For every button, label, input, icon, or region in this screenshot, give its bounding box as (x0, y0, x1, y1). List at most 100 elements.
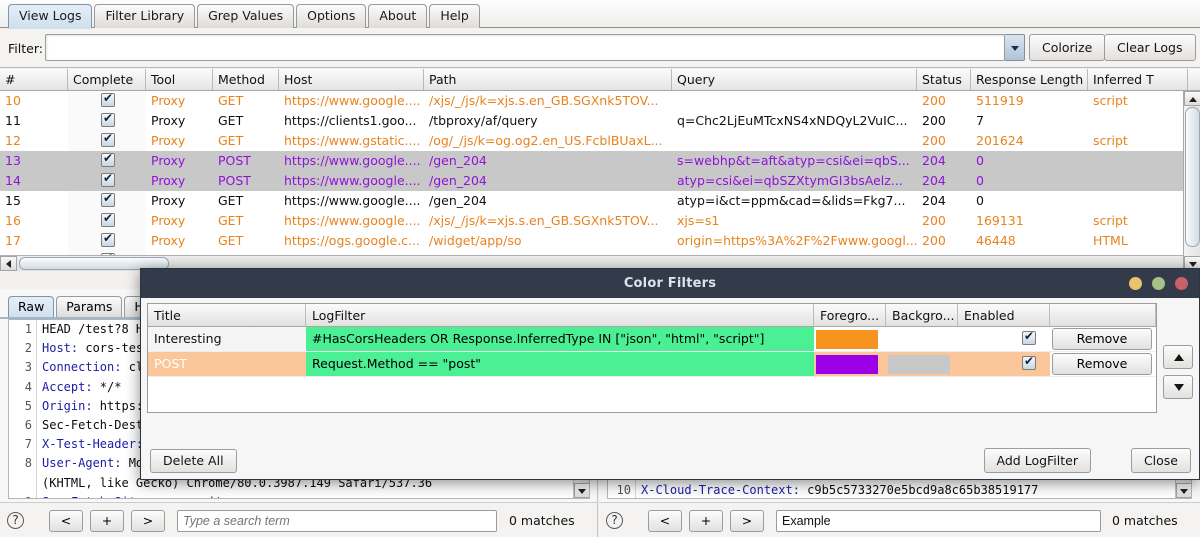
tab-view-logs[interactable]: View Logs (8, 4, 93, 28)
checkbox-checked-icon[interactable] (101, 91, 115, 107)
enabled-cell[interactable] (958, 327, 1050, 351)
checkbox-checked-icon[interactable] (101, 211, 115, 227)
grid-column-header-logfilter[interactable]: LogFilter (306, 304, 814, 326)
delete-all-button[interactable]: Delete All (150, 449, 237, 473)
triangle-down-icon (1180, 489, 1188, 494)
checkbox-checked-icon[interactable] (101, 171, 115, 187)
dialog-titlebar[interactable]: Color Filters (141, 269, 1199, 298)
table-row[interactable]: 11 Proxy GET https://clients1.goo... /tbprox… (0, 111, 1200, 131)
request-tab-raw[interactable]: Raw (8, 296, 55, 318)
column-header-query[interactable]: Query (672, 69, 917, 90)
scrollbar-thumb[interactable] (1185, 107, 1200, 247)
scroll-up-button[interactable] (1184, 91, 1200, 106)
column-header-inferred-t[interactable]: Inferred T (1088, 69, 1188, 90)
color-filter-row[interactable]: Interesting #HasCorsHeaders OR Response.I… (148, 327, 1156, 352)
filter-expression-cell[interactable]: #HasCorsHeaders OR Response.InferredType… (306, 327, 814, 351)
grid-column-header-backgro[interactable]: Backgro... (886, 304, 958, 326)
column-header-tool[interactable]: Tool (146, 69, 213, 90)
grid-column-header-enabled[interactable]: Enabled (958, 304, 1050, 326)
enabled-cell[interactable] (958, 352, 1050, 376)
column-header-status[interactable]: Status (917, 69, 971, 90)
complete-checkbox[interactable] (68, 151, 146, 171)
checkbox-checked-icon[interactable] (101, 151, 115, 167)
remove-button[interactable]: Remove (1052, 353, 1152, 375)
complete-checkbox[interactable] (68, 211, 146, 231)
move-down-button[interactable] (1163, 375, 1193, 399)
table-row[interactable]: 16 Proxy GET https://www.google.... /xjs/_/j… (0, 211, 1200, 231)
log-table-vertical-scrollbar[interactable] (1183, 91, 1200, 271)
background-color-swatch[interactable] (888, 355, 950, 374)
request-scroll-down-button[interactable] (574, 483, 589, 498)
close-button[interactable]: Close (1130, 448, 1191, 473)
response-search-input[interactable] (776, 510, 1101, 532)
color-filter-row[interactable]: POSTRequest.Method == "post" Remove (148, 352, 1156, 377)
complete-checkbox[interactable] (68, 191, 146, 211)
scroll-left-button[interactable] (0, 256, 17, 271)
table-row[interactable]: 12 Proxy GET https://www.gstatic.... /og/_/j… (0, 131, 1200, 151)
complete-checkbox[interactable] (68, 91, 146, 111)
foreground-color-swatch[interactable] (816, 355, 878, 374)
cell-inferred-type (1088, 151, 1188, 171)
complete-checkbox[interactable] (68, 231, 146, 251)
background-color-cell[interactable] (886, 327, 958, 351)
column-header-host[interactable]: Host (279, 69, 424, 90)
request-tab-params[interactable]: Params (56, 296, 123, 318)
column-header-[interactable]: # (0, 69, 68, 90)
foreground-color-cell[interactable] (814, 327, 886, 351)
tab-grep-values[interactable]: Grep Values (197, 4, 295, 28)
request-search-input[interactable] (177, 510, 497, 532)
response-search-prev-button[interactable]: < (648, 510, 682, 532)
column-header-path[interactable]: Path (424, 69, 672, 90)
checkbox-checked-icon[interactable] (101, 131, 115, 147)
request-search-prev-button[interactable]: < (49, 510, 83, 532)
table-row[interactable]: 14 Proxy POST https://www.google.... /gen_20… (0, 171, 1200, 191)
grid-column-header-actions[interactable] (1050, 304, 1156, 326)
move-up-button[interactable] (1163, 345, 1193, 369)
foreground-color-cell[interactable] (814, 352, 886, 376)
checkbox-checked-icon[interactable] (101, 191, 115, 207)
table-row[interactable]: 13 Proxy POST https://www.google.... /gen_20… (0, 151, 1200, 171)
remove-button[interactable]: Remove (1052, 328, 1152, 350)
request-search-add-button[interactable]: + (90, 510, 124, 532)
response-search-next-button[interactable]: > (730, 510, 764, 532)
checkbox-checked-icon[interactable] (101, 231, 115, 247)
column-header-response-length[interactable]: Response Length (971, 69, 1088, 90)
complete-checkbox[interactable] (68, 111, 146, 131)
filter-expression-cell[interactable]: Request.Method == "post" (306, 352, 814, 376)
tab-filter-library[interactable]: Filter Library (94, 4, 196, 28)
cell-path: /og/_/js/k=og.og2.en_US.FcblBUaxL... (429, 133, 663, 148)
filter-input[interactable] (45, 34, 1005, 61)
table-row[interactable]: 15 Proxy GET https://www.google.... /gen_204… (0, 191, 1200, 211)
checkbox-checked-icon[interactable] (101, 111, 115, 127)
filter-title-cell[interactable]: POST (148, 352, 306, 376)
grid-column-header-title[interactable]: Title (148, 304, 306, 326)
tab-help[interactable]: Help (429, 4, 480, 28)
complete-checkbox[interactable] (68, 171, 146, 191)
clear-logs-button[interactable]: Clear Logs (1104, 34, 1196, 61)
filter-dropdown-button[interactable] (1005, 34, 1025, 61)
foreground-color-swatch[interactable] (816, 330, 878, 349)
table-row[interactable]: 10 Proxy GET https://www.google.... /xjs/_/j… (0, 91, 1200, 111)
checkbox-checked-icon[interactable] (1022, 354, 1036, 370)
grid-column-header-foregro[interactable]: Foregro... (814, 304, 886, 326)
request-search-next-button[interactable]: > (131, 510, 165, 532)
complete-checkbox[interactable] (68, 131, 146, 151)
add-logfilter-button[interactable]: Add LogFilter (983, 448, 1091, 473)
maximize-button[interactable] (1152, 277, 1165, 290)
tab-options[interactable]: Options (296, 4, 367, 28)
header-name: Sec-Fetch-Site: (42, 495, 150, 498)
help-icon[interactable]: ? (7, 512, 24, 529)
filter-title-cell[interactable]: Interesting (148, 327, 306, 351)
column-header-complete[interactable]: Complete (68, 69, 146, 90)
tab-about[interactable]: About (368, 4, 428, 28)
minimize-button[interactable] (1129, 277, 1142, 290)
help-icon[interactable]: ? (606, 512, 623, 529)
background-color-cell[interactable] (886, 352, 958, 376)
response-search-add-button[interactable]: + (689, 510, 723, 532)
checkbox-checked-icon[interactable] (1022, 329, 1036, 345)
column-header-method[interactable]: Method (213, 69, 279, 90)
close-window-button[interactable] (1175, 277, 1188, 290)
table-row[interactable]: 17 Proxy GET https://ogs.google.c... /widget… (0, 231, 1200, 251)
colorize-button[interactable]: Colorize (1029, 34, 1106, 61)
response-scroll-down-button[interactable] (1176, 483, 1191, 498)
